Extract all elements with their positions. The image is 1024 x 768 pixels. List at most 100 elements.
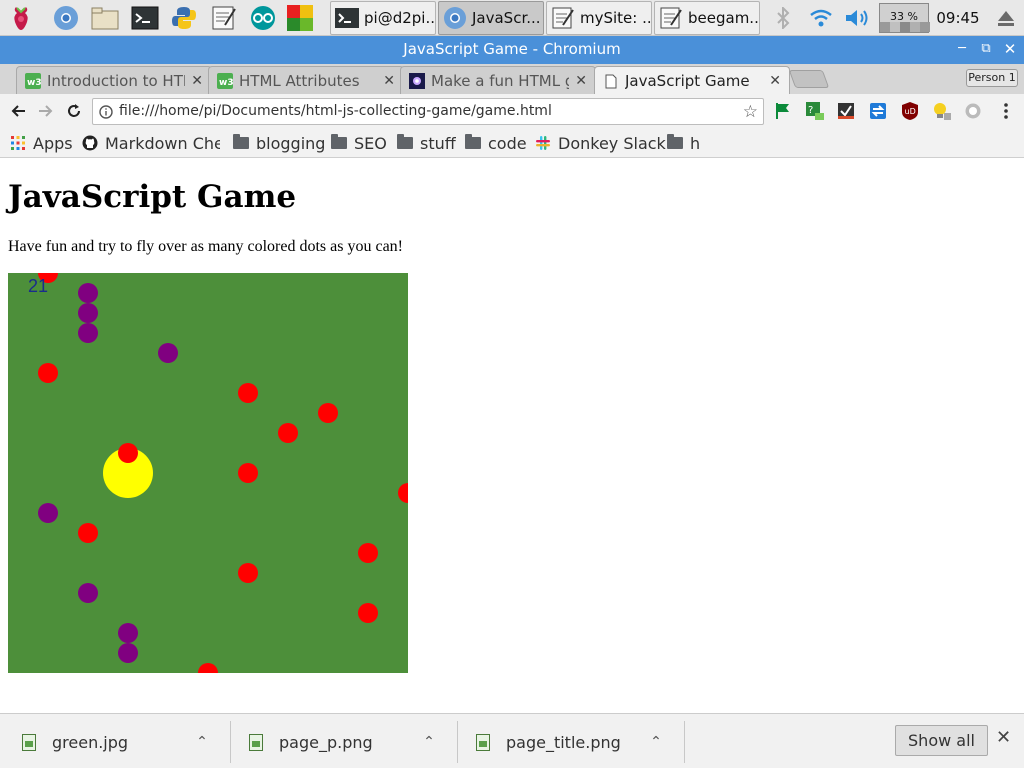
url-text: file:///home/pi/Documents/html-js-collec… (119, 103, 552, 119)
maximize-button[interactable]: ⧉ (976, 39, 996, 59)
folder-icon (667, 134, 683, 151)
tab-javascript-game[interactable]: JavaScript Game ✕ (594, 66, 790, 95)
show-all-button[interactable]: Show all (895, 725, 988, 756)
tab-strip: w3 Introduction to HTML ✕ w3 HTML Attrib… (0, 64, 1024, 95)
divider (684, 721, 685, 763)
wifi-icon[interactable] (806, 0, 836, 36)
svg-text:w3: w3 (219, 78, 233, 88)
bookmark-markdown-cheatsheet[interactable]: Markdown Cheatsheet (82, 132, 220, 154)
chromium-icon (441, 4, 469, 32)
volume-icon[interactable] (842, 0, 874, 36)
clock[interactable]: 09:45 (934, 0, 982, 36)
bookmark-label: h (690, 133, 701, 153)
window-title: JavaScript Game - Chromium (403, 40, 621, 58)
chevron-up-icon[interactable]: ⌃ (192, 734, 212, 750)
download-item[interactable]: page_p.png ⌃ (249, 721, 439, 763)
page-heading: JavaScript Game (8, 179, 297, 215)
folder-icon (397, 134, 413, 151)
clock-label: 09:45 (936, 9, 980, 27)
purple-dot (38, 503, 58, 523)
tab-label: JavaScript Game (625, 72, 750, 90)
red-dot (358, 543, 378, 563)
chrome-menu-icon[interactable] (995, 100, 1017, 122)
w3schools-icon: w3 (217, 72, 233, 89)
bookmark-donkey-slack[interactable]: Donkey Slack (535, 132, 666, 154)
raspberry-menu-icon[interactable] (5, 2, 37, 34)
tab-close-icon[interactable]: ✕ (769, 73, 781, 89)
svg-text:?: ? (808, 105, 813, 116)
github-icon (82, 135, 98, 151)
circle-extension-icon[interactable] (962, 100, 984, 122)
bookmark-folder-code[interactable]: code (465, 132, 527, 154)
bookmark-apps[interactable]: Apps (10, 132, 73, 154)
image-file-icon (476, 733, 490, 751)
arduino-icon[interactable] (247, 2, 279, 34)
download-item[interactable]: page_title.png ⌃ (476, 721, 666, 763)
taskbar-task-beegame[interactable]: beegam... (654, 1, 760, 35)
address-bar[interactable]: file:///home/pi/Documents/html-js-collec… (92, 98, 764, 125)
download-item[interactable]: green.jpg ⌃ (22, 721, 212, 763)
profile-button[interactable]: Person 1 (966, 69, 1018, 87)
bookmark-label: Donkey Slack (558, 133, 666, 153)
new-tab-button[interactable] (788, 70, 830, 88)
tab-introduction-to-html[interactable]: w3 Introduction to HTML ✕ (16, 66, 212, 94)
minimize-button[interactable]: ─ (952, 39, 972, 59)
download-shelf: green.jpg ⌃ page_p.png ⌃ page_title.png … (0, 713, 1024, 768)
text-editor-launcher-icon[interactable] (208, 2, 240, 34)
tab-make-a-fun-html-game[interactable]: Make a fun HTML game ✕ (400, 66, 596, 94)
download-filename: page_title.png (506, 732, 621, 752)
browser-toolbar: file:///home/pi/Documents/html-js-collec… (0, 94, 1024, 128)
reload-button[interactable] (62, 99, 86, 123)
tab-html-attributes[interactable]: w3 HTML Attributes ✕ (208, 66, 404, 94)
chromium-launcher-icon[interactable] (50, 2, 82, 34)
slack-icon (535, 135, 551, 151)
game-canvas[interactable]: 21 (8, 273, 408, 673)
tab-close-icon[interactable]: ✕ (191, 73, 203, 89)
arrow-right-icon (39, 105, 53, 117)
lightbulb-extension-icon[interactable] (931, 100, 953, 122)
tab-close-icon[interactable]: ✕ (575, 73, 587, 89)
close-shelf-icon[interactable]: ✕ (996, 727, 1011, 748)
eject-icon[interactable] (992, 0, 1020, 36)
cpu-monitor: 33 % (879, 0, 930, 36)
red-dot (278, 423, 298, 443)
taskbar-task-chromium[interactable]: JavaScr... (438, 1, 544, 35)
sync-extension-icon[interactable] (867, 100, 889, 122)
terminal-launcher-icon[interactable] (129, 2, 161, 34)
taskbar-task-label: beegam... (688, 9, 760, 27)
close-window-button[interactable]: ✕ (1000, 39, 1020, 59)
bookmark-folder-stuff[interactable]: stuff (397, 132, 456, 154)
grammar-extension-icon[interactable]: ? (804, 100, 826, 122)
back-button[interactable] (6, 99, 30, 123)
tab-label: Make a fun HTML game (431, 71, 569, 90)
chevron-up-icon[interactable]: ⌃ (646, 734, 666, 750)
taskbar-task-mysite[interactable]: mySite: ... (546, 1, 652, 35)
terminal-icon (333, 4, 361, 32)
todo-extension-icon[interactable] (835, 100, 857, 122)
red-dot (38, 363, 58, 383)
tab-close-icon[interactable]: ✕ (383, 73, 395, 89)
arrow-left-icon (11, 105, 25, 117)
file-manager-icon[interactable] (89, 2, 121, 34)
forward-button[interactable] (34, 99, 58, 123)
bookmark-label: blogging (256, 133, 326, 153)
svg-text:w3: w3 (27, 78, 41, 88)
chevron-up-icon[interactable]: ⌃ (419, 734, 439, 750)
apps-grid-icon (10, 135, 26, 151)
red-dot (118, 443, 138, 463)
minecraft-icon[interactable] (284, 2, 316, 34)
ublock-icon[interactable]: uD (899, 100, 921, 122)
bookmark-folder-h[interactable]: h (667, 132, 700, 154)
tab-label: Introduction to HTML (47, 71, 185, 90)
info-icon[interactable] (99, 104, 113, 123)
purple-dot (78, 303, 98, 323)
window-titlebar[interactable]: JavaScript Game - Chromium ─ ⧉ ✕ (0, 36, 1024, 64)
bookmark-label: code (488, 133, 527, 153)
bookmark-folder-seo[interactable]: SEO (331, 132, 387, 154)
green-flag-extension-icon[interactable] (772, 100, 794, 122)
taskbar-task-terminal[interactable]: pi@d2pi... (330, 1, 436, 35)
bookmark-star-icon[interactable]: ☆ (743, 102, 758, 122)
bookmark-folder-blogging[interactable]: blogging (233, 132, 325, 154)
python-icon[interactable] (168, 2, 200, 34)
bluetooth-icon[interactable] (770, 0, 796, 36)
